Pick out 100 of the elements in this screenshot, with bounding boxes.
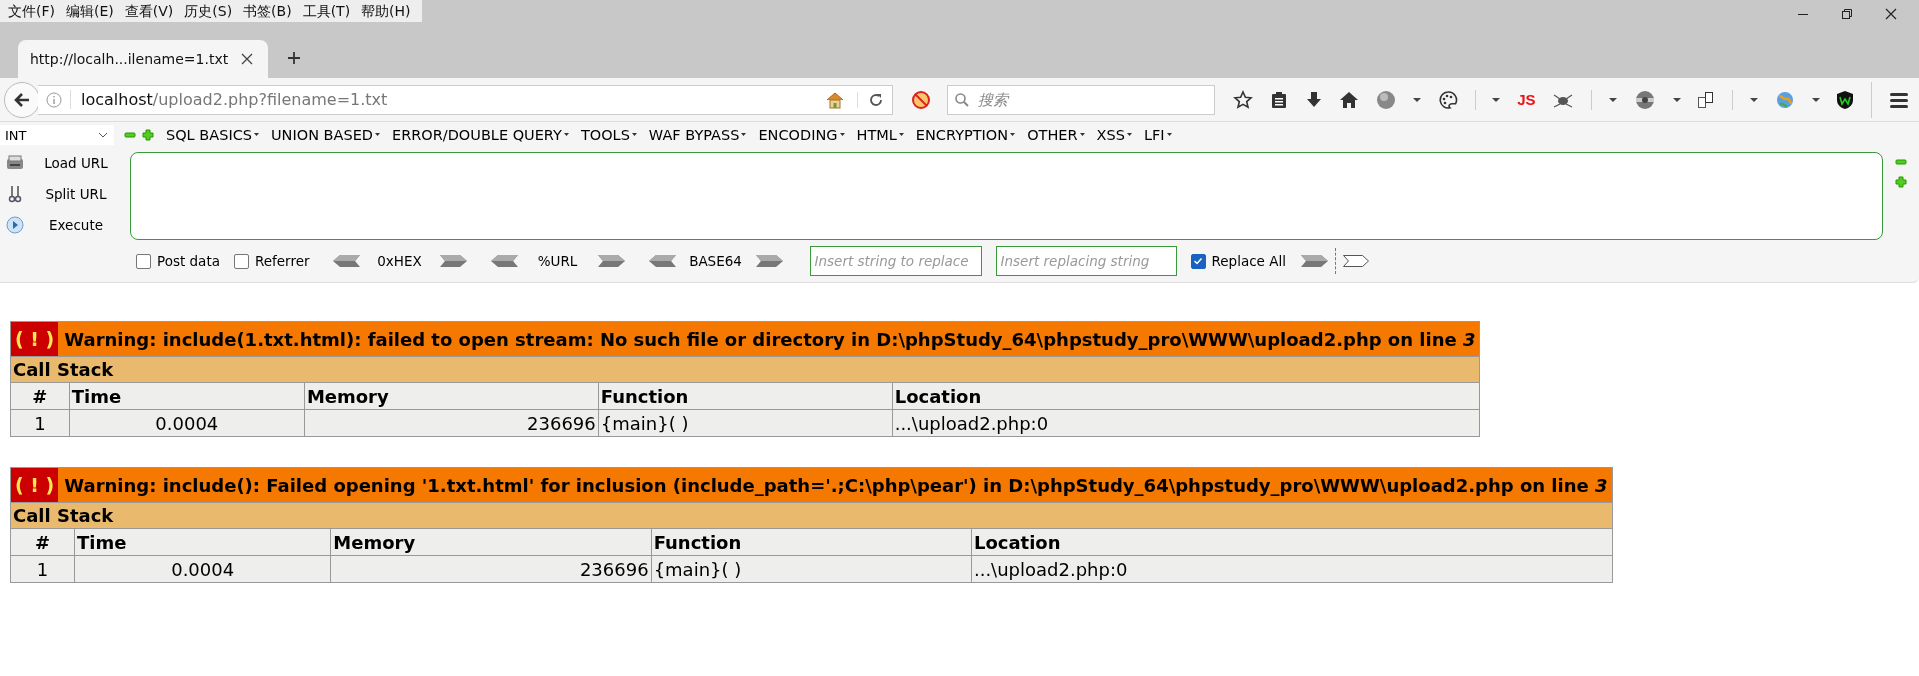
checkbox[interactable]: Referrer bbox=[233, 253, 310, 269]
checkbox[interactable]: Replace All bbox=[1190, 253, 1286, 269]
caret-icon bbox=[741, 133, 747, 137]
browser-tab[interactable]: http://localh...ilename=1.txt bbox=[18, 40, 268, 78]
column-header: Memory bbox=[330, 528, 652, 556]
caret-icon[interactable] bbox=[1749, 96, 1758, 103]
encode-arrow-icon[interactable] bbox=[754, 254, 784, 268]
clipboard-icon[interactable] bbox=[1269, 90, 1288, 109]
menu-button[interactable]: TOOLS bbox=[580, 127, 637, 143]
menu-button[interactable]: ERROR/DOUBLE QUERY bbox=[392, 127, 569, 143]
column-header: Function bbox=[598, 382, 893, 410]
blocked-icon[interactable] bbox=[911, 89, 931, 110]
encoder-label: %URL bbox=[536, 253, 579, 269]
download-icon[interactable] bbox=[1304, 90, 1323, 109]
warning-message: Warning: include(): Failed opening '1.txt.html' for inclusion (include_path='.;C:\php\pear') in D:\phpStudy_64\phpstudy_pro\WWW\upload2.php on line 3 bbox=[64, 474, 1609, 496]
menu-item[interactable]: 文件(F) bbox=[4, 0, 62, 22]
table-cell: 1 bbox=[10, 555, 75, 583]
menu-item[interactable]: 工具(T) bbox=[298, 0, 358, 22]
menu-item[interactable]: 书签(B) bbox=[239, 0, 299, 22]
play-icon bbox=[6, 216, 24, 234]
caret-icon bbox=[375, 133, 380, 137]
menu-button[interactable]: HTML bbox=[856, 127, 904, 143]
reload-icon[interactable] bbox=[857, 91, 884, 108]
plus-icon[interactable] bbox=[1895, 176, 1907, 188]
action-button[interactable]: Load URL bbox=[0, 152, 130, 174]
js-button[interactable]: JS bbox=[1517, 91, 1536, 108]
warning-badge: ( ! ) bbox=[11, 468, 59, 502]
menu-item[interactable]: 帮助(H) bbox=[357, 0, 418, 22]
caret-icon[interactable] bbox=[1492, 96, 1501, 103]
caret-icon bbox=[254, 133, 259, 137]
menu-button[interactable]: XSS bbox=[1096, 127, 1132, 143]
column-header: Time bbox=[74, 528, 331, 556]
menu-button[interactable]: ENCODING bbox=[758, 127, 845, 143]
search-icon bbox=[954, 91, 970, 108]
warning-message: Warning: include(1.txt.html): failed to open stream: No such file or directory in D:\phpStudy_64\phpstudy_pro\WWW\upload2.php on line 3 bbox=[64, 328, 1477, 350]
star-icon[interactable] bbox=[1233, 89, 1253, 110]
check-icon bbox=[1193, 256, 1203, 266]
call-stack-header: Call Stack bbox=[10, 502, 1613, 529]
plus-icon[interactable] bbox=[142, 129, 154, 141]
minus-icon[interactable] bbox=[124, 129, 136, 141]
palette-icon[interactable] bbox=[1437, 89, 1458, 110]
table-cell: 1 bbox=[10, 409, 70, 437]
column-header: # bbox=[10, 382, 70, 410]
replace-field[interactable]: Insert string to replace bbox=[809, 246, 982, 276]
caret-icon bbox=[839, 133, 845, 137]
close-icon[interactable] bbox=[240, 52, 254, 66]
caret-icon bbox=[631, 133, 637, 137]
column-header: Location bbox=[892, 382, 1480, 410]
warning-badge: ( ! ) bbox=[11, 322, 59, 356]
url-textarea[interactable] bbox=[130, 152, 1883, 240]
caret-icon[interactable] bbox=[1413, 96, 1421, 103]
minus-icon[interactable] bbox=[1895, 156, 1907, 168]
encoder-label: BASE64 bbox=[688, 253, 743, 269]
menu-item[interactable]: 查看(V) bbox=[120, 0, 181, 22]
column-header: Time bbox=[69, 382, 305, 410]
call-stack-header: Call Stack bbox=[10, 356, 1480, 383]
checkbox[interactable]: Post data bbox=[136, 253, 220, 269]
copy-icon[interactable] bbox=[1697, 89, 1716, 110]
replace-field[interactable]: Insert replacing string bbox=[995, 246, 1177, 276]
caret-icon[interactable] bbox=[1672, 96, 1681, 103]
close-icon[interactable] bbox=[1885, 8, 1897, 20]
caret-icon bbox=[1010, 133, 1016, 137]
disc-icon[interactable] bbox=[1633, 89, 1656, 110]
replace-arrow-icon[interactable] bbox=[1299, 254, 1329, 268]
caret-icon bbox=[1126, 133, 1132, 137]
table-cell: 236696 bbox=[304, 409, 599, 437]
menu-icon[interactable] bbox=[1888, 90, 1909, 109]
menu-button[interactable]: LFI bbox=[1143, 127, 1172, 143]
table-cell: ...\upload2.php:0 bbox=[892, 409, 1480, 437]
column-header: Location bbox=[971, 528, 1613, 556]
encode-arrow-icon[interactable] bbox=[596, 254, 626, 268]
encode-arrow-icon[interactable] bbox=[438, 254, 468, 268]
action-button[interactable]: Split URL bbox=[0, 183, 130, 205]
action-button[interactable]: Execute bbox=[0, 214, 130, 236]
menu-button[interactable]: SQL BASICS bbox=[166, 127, 259, 143]
shield-icon[interactable] bbox=[1836, 89, 1855, 110]
globe-icon[interactable] bbox=[1774, 89, 1795, 110]
sphere-icon[interactable] bbox=[1376, 89, 1397, 110]
menu-button[interactable]: WAF BYPASS bbox=[648, 127, 747, 143]
type-dropdown[interactable]: INT bbox=[0, 125, 114, 145]
printer-icon bbox=[6, 154, 24, 172]
menu-item[interactable]: 编辑(E) bbox=[62, 0, 121, 22]
caret-icon[interactable] bbox=[1608, 96, 1617, 103]
caret-icon[interactable] bbox=[1811, 96, 1820, 103]
decode-arrow-icon[interactable] bbox=[331, 254, 361, 268]
restore-icon[interactable] bbox=[1841, 8, 1853, 20]
menu-button[interactable]: UNION BASED bbox=[271, 127, 380, 143]
new-tab-icon[interactable] bbox=[286, 50, 302, 66]
decode-arrow-icon[interactable] bbox=[489, 254, 519, 268]
replace-arrow-icon[interactable] bbox=[1341, 254, 1371, 268]
table-cell: ...\upload2.php:0 bbox=[971, 555, 1613, 583]
back-button[interactable] bbox=[4, 81, 40, 118]
menu-item[interactable]: 历史(S) bbox=[180, 0, 240, 22]
menu-button[interactable]: OTHER bbox=[1027, 127, 1085, 143]
decode-arrow-icon[interactable] bbox=[647, 254, 677, 268]
table-cell: 236696 bbox=[330, 555, 652, 583]
search-field[interactable]: 搜索 bbox=[947, 84, 1215, 115]
menu-button[interactable]: ENCRYPTION bbox=[915, 127, 1016, 143]
table-cell: {main}( ) bbox=[651, 555, 972, 583]
home-icon[interactable] bbox=[1339, 90, 1360, 109]
